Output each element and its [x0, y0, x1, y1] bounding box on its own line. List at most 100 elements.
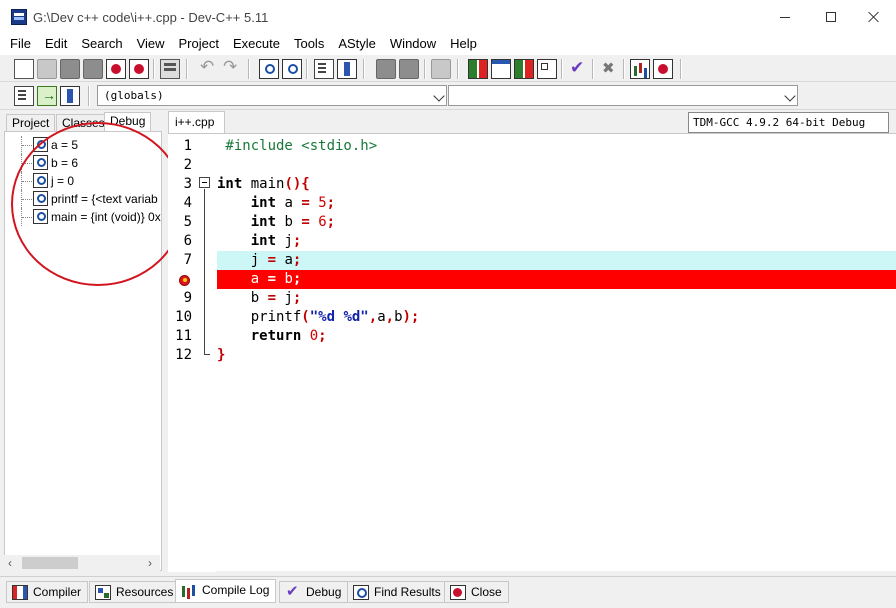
tab-close[interactable]: Close — [444, 581, 509, 603]
code-editor[interactable]: 1 2 3 4 5 6 7 9 10 11 12 #include <stdio.h> int mai… — [168, 133, 896, 572]
close-all-icon[interactable] — [129, 59, 149, 79]
code-line[interactable]: j = a; — [217, 251, 896, 270]
undo-icon[interactable] — [198, 57, 218, 79]
code-token: 6 — [318, 214, 327, 230]
code-line[interactable]: int j; — [217, 232, 896, 251]
scope-select[interactable]: (globals) — [97, 85, 447, 106]
compiler-select[interactable]: TDM-GCC 4.9.2 64-bit Debug — [688, 112, 889, 133]
toggle-icon[interactable] — [60, 86, 80, 106]
tab-compile-log[interactable]: Compile Log — [175, 579, 277, 603]
code-line[interactable]: int main(){ — [217, 175, 896, 194]
watch-item[interactable]: printf = {<text variab — [5, 190, 161, 208]
code-token: j — [276, 290, 293, 306]
menu-project[interactable]: Project — [172, 34, 226, 54]
menu-tools[interactable]: Tools — [287, 34, 331, 54]
code-line[interactable]: b = j; — [217, 289, 896, 308]
watch-variable-icon — [33, 209, 48, 224]
goto-line-icon[interactable] — [314, 59, 334, 79]
code-line[interactable]: #include <stdio.h> — [217, 137, 896, 156]
code-line[interactable]: return 0; — [217, 327, 896, 346]
code-token: j — [276, 233, 293, 249]
code-area[interactable]: #include <stdio.h> int main(){ int a = 5;… — [217, 134, 896, 572]
minimize-button[interactable] — [762, 0, 808, 34]
watch-item[interactable]: b = 6 — [5, 154, 161, 172]
scroll-right-icon[interactable]: › — [148, 556, 152, 570]
menu-edit[interactable]: Edit — [38, 34, 74, 54]
watch-variable-icon — [33, 173, 48, 188]
horizontal-scrollbar[interactable]: ‹ › — [4, 555, 160, 571]
rebuild-all-icon[interactable] — [537, 59, 557, 79]
maximize-icon — [826, 12, 836, 22]
tab-find-results[interactable]: Find Results — [347, 581, 448, 603]
tree-connector — [21, 208, 33, 226]
tab-resources[interactable]: Resources — [89, 581, 181, 603]
menu-help[interactable]: Help — [443, 34, 484, 54]
new-file-icon[interactable] — [14, 59, 34, 79]
toggle-bookmark-icon[interactable] — [337, 59, 357, 79]
editor-file-tab[interactable]: i++.cpp — [168, 111, 225, 133]
fold-collapse-icon[interactable] — [199, 177, 210, 188]
tree-connector — [21, 154, 33, 172]
code-token: j — [217, 252, 268, 268]
tab-debug[interactable]: Debug — [104, 112, 152, 133]
compile-icon[interactable] — [468, 59, 488, 79]
indent-left-icon[interactable] — [376, 59, 396, 79]
code-token: b — [217, 290, 268, 306]
menu-search[interactable]: Search — [74, 34, 129, 54]
watch-item[interactable]: j = 0 — [5, 172, 161, 190]
members-select[interactable] — [448, 85, 798, 106]
code-line[interactable]: a = b; — [217, 270, 896, 289]
profile-icon[interactable] — [630, 59, 650, 79]
delete-profile-icon[interactable] — [653, 59, 673, 79]
tab-compiler[interactable]: Compiler — [6, 581, 89, 603]
run-icon[interactable] — [491, 59, 511, 79]
menu-astyle[interactable]: AStyle — [331, 34, 383, 54]
save-icon[interactable] — [60, 59, 80, 79]
toggle-comment-icon[interactable] — [431, 59, 451, 79]
print-icon[interactable] — [160, 59, 180, 79]
tab-label: Compiler — [33, 585, 82, 599]
indent-right-icon[interactable] — [399, 59, 419, 79]
menu-view[interactable]: View — [130, 34, 172, 54]
scrollbar-thumb[interactable] — [22, 557, 78, 569]
open-file-icon[interactable] — [37, 59, 57, 79]
menu-file[interactable]: File — [3, 34, 38, 54]
code-line[interactable]: printf("%d %d",a,b); — [217, 308, 896, 327]
compile-run-icon[interactable] — [514, 59, 534, 79]
code-line[interactable] — [217, 156, 896, 175]
replace-icon[interactable] — [282, 59, 302, 79]
new-project-icon[interactable] — [14, 86, 34, 106]
watch-list: a = 5 b = 6 j = 0 printf = {<text variab — [5, 136, 161, 226]
watch-label: printf = {<text variab — [51, 192, 158, 206]
save-all-icon[interactable] — [83, 59, 103, 79]
find-results-icon — [353, 585, 369, 600]
chevron-down-icon — [433, 90, 445, 102]
redo-icon[interactable] — [221, 57, 241, 79]
code-token: , — [368, 309, 378, 325]
breakpoint-icon[interactable] — [179, 275, 190, 286]
menu-execute[interactable]: Execute — [226, 34, 287, 54]
code-line[interactable]: } — [217, 346, 896, 365]
stop-execution-icon[interactable] — [598, 59, 618, 79]
close-window-button[interactable] — [852, 0, 896, 34]
maximize-button[interactable] — [808, 0, 854, 34]
tab-debug-output[interactable]: Debug — [279, 581, 349, 603]
find-icon[interactable] — [259, 59, 279, 79]
watch-item[interactable]: main = {int (void)} 0x — [5, 208, 161, 226]
fold-guide-line — [204, 189, 210, 355]
menu-window[interactable]: Window — [383, 34, 443, 54]
watch-item[interactable]: a = 5 — [5, 136, 161, 154]
debug-icon[interactable] — [567, 58, 587, 79]
close-file-icon[interactable] — [106, 59, 126, 79]
tab-label: Compile Log — [202, 583, 270, 597]
scroll-left-icon[interactable]: ‹ — [8, 556, 12, 570]
code-line[interactable]: int a = 5; — [217, 194, 896, 213]
tab-label: Find Results — [374, 585, 441, 599]
toolbar-separator — [592, 59, 594, 79]
insert-icon[interactable] — [37, 86, 57, 106]
tab-label: Close — [471, 585, 502, 599]
code-line[interactable]: int b = 6; — [217, 213, 896, 232]
